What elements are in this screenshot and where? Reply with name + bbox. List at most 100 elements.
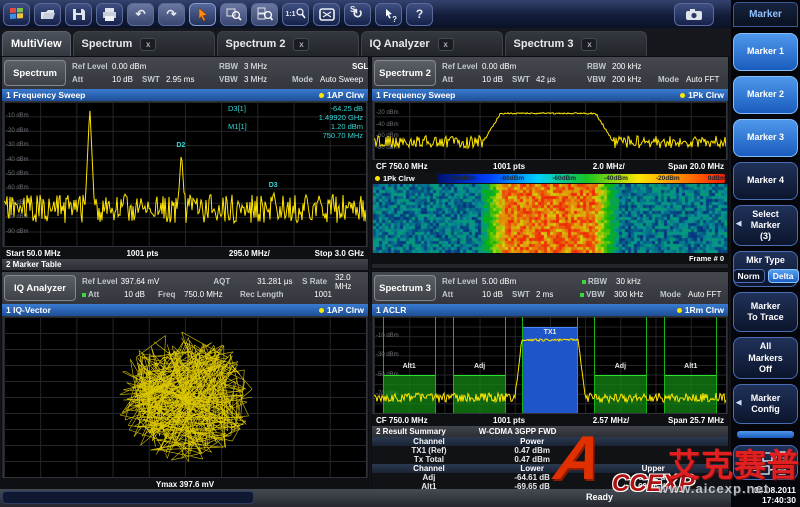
mkr-type-norm-option[interactable]: Norm <box>733 269 765 284</box>
spectrum-plot[interactable]: D3[1]-64.25 dB 1.49920 GHz M1[1]1.20 dBm… <box>3 101 367 247</box>
window-title-frequency-sweep-2: 1 Frequency Sweep 1Pk Clrw <box>372 89 728 101</box>
softkey-marker-3[interactable]: Marker 3 <box>733 119 798 157</box>
print-icon[interactable] <box>96 3 123 26</box>
spectrum2-axis: CF 750.0 MHz1001 pts 2.0 MHz/Span 20.0 M… <box>372 160 728 172</box>
softkey-separator <box>737 431 794 439</box>
zoom-windows-icon[interactable] <box>251 3 278 26</box>
tab-multiview[interactable]: MultiView <box>2 31 71 56</box>
result-summary-title[interactable]: 2 Result Summary W-CDMA 3GPP FWD <box>372 426 728 437</box>
spectrum3-header: Spectrum 3 Ref Level5.00 dBm RBW30 kHz A… <box>372 272 728 304</box>
left-arrow-icon: ◀ <box>736 400 741 409</box>
softkey-menu-title: Marker <box>733 2 798 27</box>
spectrogram-legend: 1Pk Clrw -100dBm-80dBm-60dBm-40dBm-20dBm… <box>372 172 728 184</box>
spectrogram[interactable] <box>373 184 727 253</box>
tab-close-icon[interactable]: x <box>140 38 156 51</box>
tab-iq-analyzer[interactable]: IQ Analyzer x <box>361 31 503 56</box>
status-field <box>2 491 254 504</box>
aclr-plot[interactable]: -10 dBm-30 dBm-50 dBm-70 dBmAlt1AdjTX1Ad… <box>373 316 727 414</box>
marker-label-d2: D2 <box>176 142 185 149</box>
spectrum2-header: Spectrum 2 Ref Level0.00 dBm RBW200 kHz … <box>372 57 728 89</box>
color-scale-label: -40dBm <box>604 175 628 182</box>
softkey-mkr-type[interactable]: Mkr Type Norm Delta <box>733 251 798 287</box>
save-icon[interactable] <box>65 3 92 26</box>
color-scale-label: -80dBm <box>500 175 524 182</box>
marker-table-title[interactable]: 2 Marker Table <box>2 259 368 270</box>
panel-button-iq-analyzer[interactable]: IQ Analyzer <box>4 275 76 301</box>
panel-button-spectrum2[interactable]: Spectrum 2 <box>374 60 436 86</box>
color-scale-label: -20dBm <box>656 175 680 182</box>
softkey-marker-to-trace[interactable]: Marker To Trace <box>733 292 798 332</box>
open-file-icon[interactable] <box>34 3 61 26</box>
iq-vector-plot[interactable] <box>3 316 367 478</box>
softkey-all-markers-off[interactable]: All Markers Off <box>733 337 798 379</box>
tab-close-icon[interactable]: x <box>293 38 309 51</box>
marker-label-m1: M1 <box>85 101 95 104</box>
softkey-marker-1[interactable]: Marker 1 <box>733 33 798 71</box>
softkey-display-config[interactable] <box>733 445 798 479</box>
redo-icon[interactable]: ↷ <box>158 3 185 26</box>
tab-spectrum-2[interactable]: Spectrum 2 x <box>217 31 359 56</box>
iq-header: IQ Analyzer Ref Level397.64 mV AQT31.281… <box>2 272 368 304</box>
softkey-marker-4[interactable]: Marker 4 <box>733 162 798 200</box>
sgl-indicator: SGL <box>352 62 368 71</box>
panel-iq-analyzer: IQ Analyzer Ref Level397.64 mV AQT31.281… <box>1 271 369 489</box>
spectrogram-color-scale: -100dBm -80dBm -60dBm -40dBm -20dBm 0dBm <box>437 174 725 183</box>
tab-label: Spectrum 3 <box>514 38 574 50</box>
result-summary-table: ChannelPower TX1 (Ref)0.47 dBm Tx Total0… <box>372 437 728 490</box>
window-title-iq-vector: 1 IQ-Vector 1AP Clrw <box>2 304 368 316</box>
window-arrangement-icon <box>746 451 786 475</box>
context-help-cursor-icon[interactable]: ? <box>375 3 402 26</box>
color-scale-label: 0dBm <box>708 175 726 182</box>
spectrum-header: Spectrum Ref Level0.00 dBm RBW3 MHz SGL … <box>2 57 368 89</box>
tab-label: Spectrum <box>82 38 133 50</box>
zoom-one-to-one-icon[interactable]: 1:1 <box>282 3 309 26</box>
toolbar: ↶ ↷ 1:1 S ↻ ? ? <box>0 0 731 28</box>
windows-logo[interactable] <box>3 3 30 26</box>
sequencer-icon[interactable]: S ↻ <box>344 3 371 26</box>
panel-button-spectrum[interactable]: Spectrum <box>4 60 66 86</box>
status-bar: Ready <box>0 489 731 507</box>
table-header-ratio: ChannelLowerUpper <box>372 464 728 473</box>
table-row: Tx Total0.47 dBm <box>372 455 728 464</box>
analyzer-screen: ↶ ↷ 1:1 S ↻ ? ? MultiViewSpect <box>0 0 800 507</box>
softkey-marker-config[interactable]: ◀ Marker Config <box>733 384 798 424</box>
panel-spectrum3: Spectrum 3 Ref Level5.00 dBm RBW30 kHz A… <box>371 271 729 489</box>
display-icon[interactable] <box>313 3 340 26</box>
window-title-aclr: 1 ACLR 1Rm Clrw <box>372 304 728 316</box>
tab-label: IQ Analyzer <box>370 38 430 50</box>
softkey-select-marker[interactable]: ◀ Select Marker (3) <box>733 205 798 247</box>
color-scale-label: -60dBm <box>552 175 576 182</box>
aclr-axis: CF 750.0 MHz1001 pts 2.57 MHz/Span 25.7 … <box>372 414 728 426</box>
select-cursor-icon[interactable] <box>189 3 216 26</box>
status-dot <box>82 293 86 297</box>
camera-icon[interactable] <box>674 3 714 26</box>
softkey-column: Marker Marker 1 Marker 2 Marker 3 Marker… <box>731 0 800 507</box>
panel-button-spectrum3[interactable]: Spectrum 3 <box>374 275 436 301</box>
spectrum-axis: Start 50.0 MHz1001 pts 295.0 MHz/Stop 3.… <box>2 247 368 259</box>
panel-spectrum: Spectrum Ref Level0.00 dBm RBW3 MHz SGL … <box>1 56 369 269</box>
tab-close-icon[interactable]: x <box>581 38 597 51</box>
tab-label: MultiView <box>11 38 62 50</box>
softkey-marker-2[interactable]: Marker 2 <box>733 76 798 114</box>
spectrum2-plot[interactable]: -20 dBm-40 dBm-60 dBm-80 dBm <box>373 101 727 160</box>
undo-icon[interactable]: ↶ <box>127 3 154 26</box>
tab-spectrum[interactable]: Spectrum x <box>73 31 215 56</box>
tab-close-icon[interactable]: x <box>438 38 454 51</box>
ready-status: Ready <box>586 492 613 502</box>
table-row: Adj-64.61 dB-64.12 dB <box>372 473 728 482</box>
date-time-display: 04.08.2011 17:40:30 <box>733 485 798 507</box>
left-arrow-icon: ◀ <box>736 221 741 230</box>
trace-color-dot <box>319 93 324 98</box>
tab-label: Spectrum 2 <box>226 38 286 50</box>
mkr-type-delta-option[interactable]: Delta <box>768 269 799 284</box>
window-title-frequency-sweep: 1 Frequency Sweep 1AP Clrw <box>2 89 368 101</box>
help-icon[interactable]: ? <box>406 3 433 26</box>
tab-spectrum-3[interactable]: Spectrum 3 x <box>505 31 647 56</box>
zoom-area-icon[interactable] <box>220 3 247 26</box>
table-row: TX1 (Ref)0.47 dBm <box>372 446 728 455</box>
marker-label-d3: D3 <box>269 182 278 189</box>
channel-tab-bar: MultiViewSpectrumxSpectrum 2xIQ Analyzer… <box>0 28 731 56</box>
color-scale-label: -100dBm <box>449 175 476 182</box>
table-header-power: ChannelPower <box>372 437 728 446</box>
panel-spectrum2: Spectrum 2 Ref Level0.00 dBm RBW200 kHz … <box>371 56 729 269</box>
